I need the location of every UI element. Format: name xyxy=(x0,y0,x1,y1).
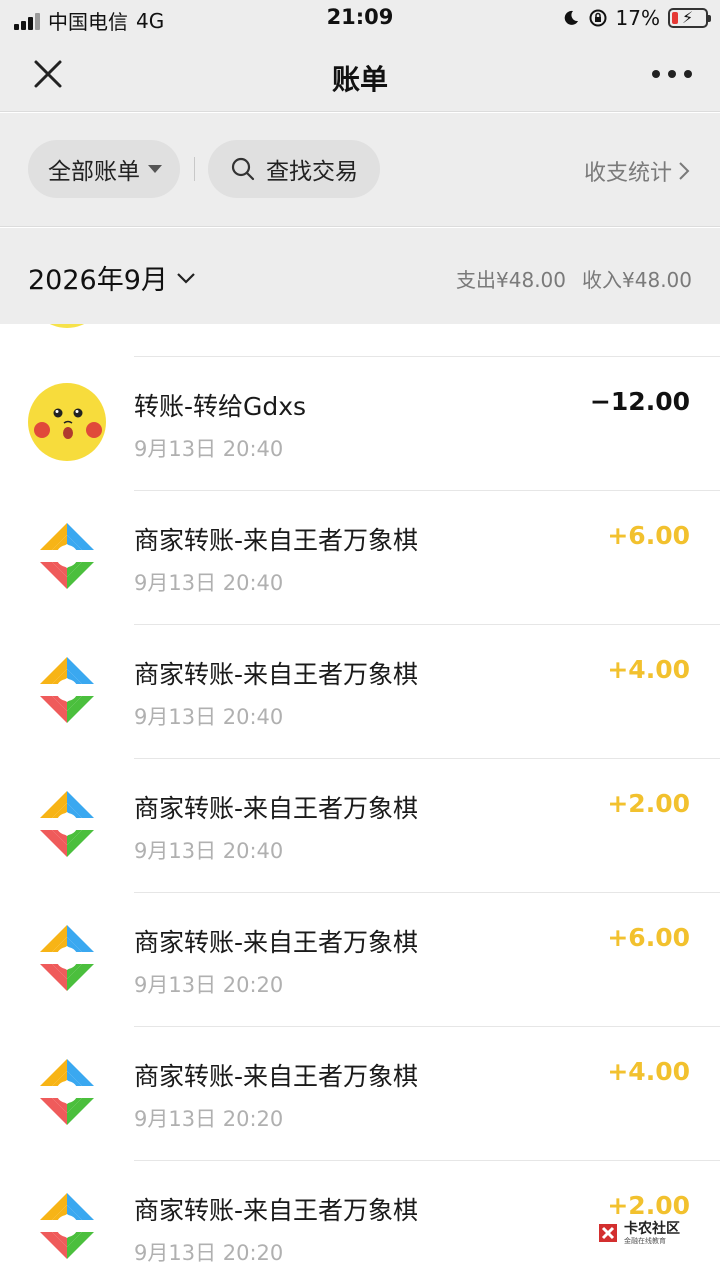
watermark-text: 卡农社区 xyxy=(624,1220,680,1237)
merchant-logo-icon xyxy=(40,523,94,589)
moon-icon xyxy=(564,10,578,25)
transaction-amount: +6.00 xyxy=(607,923,690,952)
merchant-logo-icon xyxy=(40,1059,94,1125)
search-transactions-button[interactable]: 查找交易 xyxy=(208,140,380,198)
month-selector[interactable]: 2026年9月 xyxy=(28,258,196,297)
merchant-logo-icon xyxy=(40,791,94,857)
more-icon[interactable] xyxy=(652,62,692,86)
transaction-row[interactable]: 转账-转给Gdxs 9月13日 20:40 −12.00 xyxy=(0,357,720,491)
filter-bar: 全部账单 查找交易 收支统计 xyxy=(0,113,720,227)
month-label: 2026年9月 xyxy=(28,265,168,296)
transaction-amount: −12.00 xyxy=(589,387,690,416)
watermark-subtext: 金融在线教育 xyxy=(624,1236,666,1245)
transaction-time: 9月13日 20:40 xyxy=(134,437,284,461)
transaction-amount: +4.00 xyxy=(607,655,690,684)
transaction-amount: +6.00 xyxy=(607,521,690,550)
transaction-time: 9月13日 20:40 xyxy=(134,571,284,595)
status-bar: 中国电信 4G 21:09 17% ⚡ xyxy=(0,0,720,36)
month-header: 2026年9月 支出¥48.00 收入¥48.00 xyxy=(0,228,720,324)
transaction-row[interactable]: 商家转账-来自王者万象棋 9月13日 20:40 +4.00 xyxy=(0,625,720,759)
search-icon xyxy=(231,157,255,181)
transaction-time: 9月13日 20:40 xyxy=(134,705,284,729)
stats-label: 收支统计 xyxy=(583,161,672,186)
transaction-amount: +2.00 xyxy=(607,789,690,818)
watermark-logo: 卡农社区 金融在线教育 xyxy=(596,1218,706,1248)
income-total: 收入¥48.00 xyxy=(582,268,692,292)
all-bills-label: 全部账单 xyxy=(48,159,140,185)
transaction-title: 商家转账-来自王者万象棋 xyxy=(134,1196,419,1225)
chevron-right-icon xyxy=(679,162,690,180)
transaction-list: 转账-转给Gdxs 9月13日 20:40 −12.00 商家转账-来自王者万象棋 9月… xyxy=(0,324,720,1280)
avatar xyxy=(28,324,106,328)
rotation-lock-icon xyxy=(589,9,607,27)
merchant-logo-icon xyxy=(40,925,94,991)
transaction-title: 转账-转给Gdxs xyxy=(134,392,307,421)
expense-total: 支出¥48.00 xyxy=(456,268,567,292)
transaction-time: 9月13日 20:20 xyxy=(134,1241,284,1265)
transaction-row[interactable]: 商家转账-来自王者万象棋 9月13日 20:40 +2.00 xyxy=(0,759,720,893)
transaction-title: 商家转账-来自王者万象棋 xyxy=(134,526,419,555)
transaction-time: 9月13日 20:20 xyxy=(134,1107,284,1131)
all-bills-dropdown[interactable]: 全部账单 xyxy=(28,140,180,198)
transaction-row[interactable]: 商家转账-来自王者万象棋 9月13日 20:20 +4.00 xyxy=(0,1027,720,1161)
transaction-time: 9月13日 20:40 xyxy=(134,839,284,863)
status-right: 17% ⚡ xyxy=(562,6,711,30)
page-title: 账单 xyxy=(331,63,388,96)
watermark-icon xyxy=(599,1224,617,1242)
stats-link[interactable]: 收支统计 xyxy=(584,155,690,187)
caret-down-icon xyxy=(148,165,162,173)
transaction-row[interactable]: 商家转账-来自王者万象棋 9月13日 20:20 +6.00 xyxy=(0,893,720,1027)
transaction-title: 商家转账-来自王者万象棋 xyxy=(134,1062,419,1091)
merchant-logo-icon xyxy=(40,657,94,723)
pikachu-avatar-icon xyxy=(28,383,106,461)
transaction-amount: +2.00 xyxy=(607,1191,690,1220)
chevron-down-icon xyxy=(177,272,195,284)
nav-bar: 账单 xyxy=(0,36,720,112)
battery-icon: ⚡ xyxy=(668,8,711,28)
transaction-title: 商家转账-来自王者万象棋 xyxy=(134,660,419,689)
search-label: 查找交易 xyxy=(266,159,358,185)
transaction-title: 商家转账-来自王者万象棋 xyxy=(134,794,419,823)
transaction-row[interactable]: 商家转账-来自王者万象棋 9月13日 20:40 +6.00 xyxy=(0,491,720,625)
battery-percent: 17% xyxy=(615,6,660,30)
transaction-title: 商家转账-来自王者万象棋 xyxy=(134,928,419,957)
merchant-logo-icon xyxy=(40,1193,94,1259)
month-totals: 支出¥48.00 收入¥48.00 xyxy=(456,264,692,293)
transaction-time: 9月13日 20:20 xyxy=(134,973,284,997)
transaction-amount: +4.00 xyxy=(607,1057,690,1086)
divider xyxy=(194,157,195,181)
